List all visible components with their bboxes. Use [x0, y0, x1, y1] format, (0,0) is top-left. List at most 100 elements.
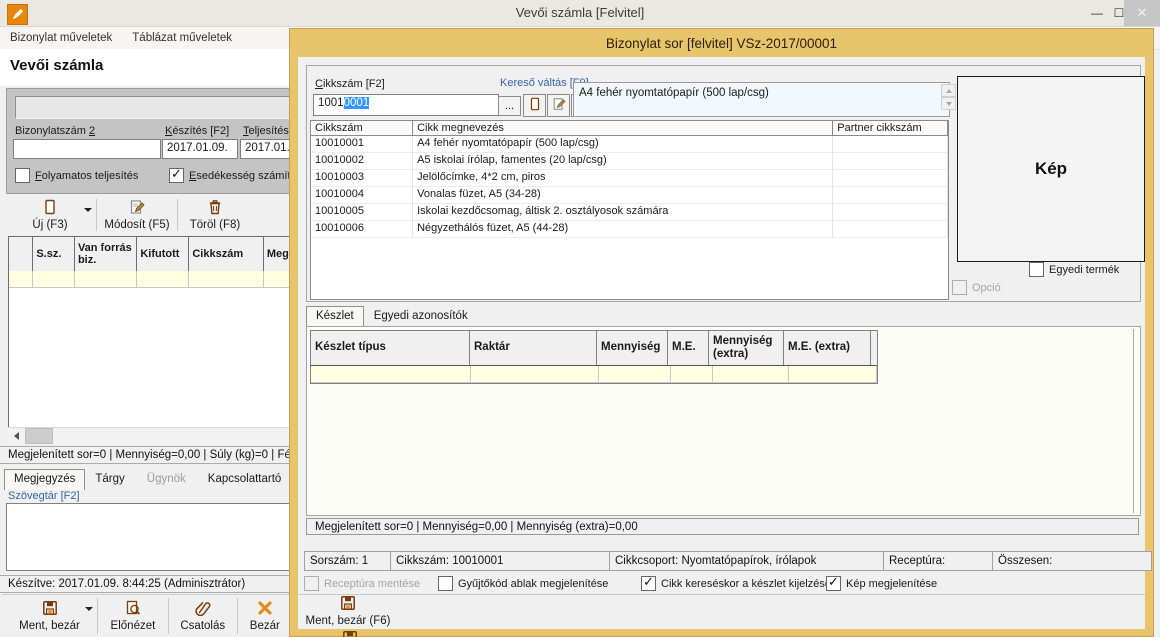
button-label: Ment, bezár (F6)	[306, 615, 391, 627]
close-x-icon	[256, 600, 274, 619]
cikkszam-selected-text: 0001	[344, 97, 370, 109]
checkbox-box[interactable]	[438, 576, 453, 591]
egyedi-termek-checkbox-box[interactable]	[1029, 262, 1044, 277]
info-field-0: Sorszám: 1	[304, 551, 396, 571]
vertical-scrollbar[interactable]	[1133, 329, 1134, 513]
chevron-down-icon[interactable]	[84, 208, 92, 212]
edit-page-button[interactable]	[547, 94, 570, 117]
product-grid-row[interactable]: 10010001A4 fehér nyomtatópapír (500 lap/…	[311, 136, 948, 153]
esedekesseg-label: Esedékesség számítás	[189, 170, 302, 182]
tab-kapcsolattart-[interactable]: Kapcsolattartó	[198, 469, 292, 489]
new-page-button[interactable]	[523, 94, 546, 117]
option-checkbox-2[interactable]: Cikk kereséskor a készlet kijelzése	[641, 576, 831, 591]
stock-panel: Készlet típusRaktárMennyiségM.E.Mennyisé…	[306, 326, 1141, 516]
spinner-down-icon[interactable]	[941, 97, 956, 110]
egyedi-termek-checkbox[interactable]: Egyedi termék	[1029, 262, 1119, 277]
egyedi-termek-label: Egyedi termék	[1049, 264, 1119, 276]
dialog-options-row: Receptúra mentése Gyűjtőkód ablak megjele…	[298, 576, 1145, 592]
esedekesseg-checkbox[interactable]: Esedékesség számítás	[169, 168, 302, 183]
option-checkbox-3[interactable]: Kép megjelenítése	[826, 576, 937, 591]
minimize-button[interactable]: —	[1086, 0, 1108, 26]
menu-item-táblázat[interactable]: Táblázat műveletek	[122, 27, 242, 49]
lookup-ellipsis-button[interactable]: ...	[498, 96, 521, 116]
product-grid-row[interactable]: 10010004Vonalas füzet, A5 (34-28)	[311, 187, 948, 204]
bizonylatszam-input[interactable]	[13, 139, 161, 159]
stock-grid: Készlet típusRaktárMennyiségM.E.Mennyisé…	[310, 330, 878, 384]
menu-item-bizonylat[interactable]: Bizonylat műveletek	[0, 27, 122, 49]
spinner-up-icon[interactable]	[941, 84, 956, 97]
keszites-label: Készítés [F2]	[165, 125, 229, 137]
checkbox-box[interactable]	[641, 576, 656, 591]
partner-field[interactable]	[15, 96, 303, 119]
screen: Vevői számla [Felvitel] — ☐ ✕ Bizonylat …	[0, 0, 1160, 637]
option-checkbox-1[interactable]: Gyűjtőkód ablak megjelenítése	[438, 576, 608, 591]
dialog-toolbar: Ment, bezár (F6)Ment, új (F3)ReceptúraHa…	[298, 594, 1145, 630]
button-label: Bezár	[250, 620, 280, 632]
dialog-ment-j-f3-button[interactable]: Ment, új (F3)	[298, 630, 402, 637]
keszites-date-input[interactable]: 2017.01.09.	[162, 139, 238, 159]
tab-megjegyz-s[interactable]: Megjegyzés	[4, 469, 85, 490]
folyamatos-checkbox-box[interactable]	[15, 168, 30, 183]
cikkszam-input[interactable]: 10010001	[313, 94, 499, 116]
info-field-2: Cikkcsoport: Nyomtatópapírok, írólapok	[609, 551, 891, 571]
main-status-bar: Megjelenített sor=0 | Mennyiség=0,00 | S…	[0, 446, 305, 464]
scroll-left-icon[interactable]	[8, 428, 25, 444]
toolbar-t-r-l-f8-button[interactable]: Töröl (F8)	[178, 196, 252, 234]
product-grid-row[interactable]: 10010006Négyzethálós füzet, A5 (44-28)	[311, 221, 948, 238]
stock-tabs: KészletEgyedi azonosítók	[306, 304, 706, 326]
option-checkbox-0: Receptúra mentése	[304, 576, 420, 591]
checkbox-box[interactable]	[826, 576, 841, 591]
stock-grid-empty-row[interactable]	[311, 366, 877, 383]
new-page-icon	[42, 199, 58, 218]
stock-grid-header-1: Raktár	[470, 331, 597, 365]
button-label: Töröl (F8)	[190, 219, 240, 231]
stock-grid-header: Készlet típusRaktárMennyiségM.E.Mennyisé…	[311, 331, 877, 366]
toolbar--j-f3-button[interactable]: Új (F3)	[4, 196, 96, 234]
button-label: Csatolás	[180, 620, 225, 632]
folyamatos-checkbox[interactable]: Folyamatos teljesítés	[15, 168, 138, 183]
tab-t-rgy[interactable]: Tárgy	[85, 469, 134, 489]
dialog-ment-bez-r-f6-button[interactable]: Ment, bezár (F6)	[298, 595, 398, 627]
grid-header-S.sz.: S.sz.	[33, 237, 75, 271]
image-placeholder: Kép	[957, 76, 1145, 262]
lines-grid: S.sz.Van forrás biz.KifutottCikkszámMegn	[8, 236, 310, 428]
stock-grid-header-0: Készlet típus	[311, 331, 470, 365]
toolbar-m-dos-t-f5-button[interactable]: Módosít (F5)	[97, 196, 177, 234]
cikkszam-text: 1001	[318, 97, 344, 109]
scrollbar-thumb[interactable]	[25, 428, 53, 444]
button-label: Ment, bezár	[19, 620, 80, 632]
product-grid-row[interactable]: 10010002A5 iskolai írólap, famentes (20 …	[311, 153, 948, 170]
horizontal-scrollbar[interactable]	[8, 427, 289, 444]
product-grid-row[interactable]: 10010005Iskolai kezdőcsomag, áltisk 2. o…	[311, 204, 948, 221]
grid-header-rowmark	[9, 237, 33, 271]
close-button[interactable]: ✕	[1124, 0, 1160, 26]
opcio-checkbox: Opció	[952, 280, 1001, 295]
dialog-tab-k-szlet[interactable]: Készlet	[306, 306, 364, 327]
memo-textarea[interactable]	[6, 503, 294, 571]
row-toolbar: Új (F3) Módosít (F5) Töröl (F8)	[4, 196, 294, 234]
image-placeholder-label: Kép	[1035, 159, 1067, 179]
edit-page-icon	[129, 199, 145, 218]
folyamatos-label: Folyamatos teljesítés	[35, 170, 138, 182]
save-close-icon	[340, 595, 356, 614]
checkbox-label: Gyűjtőkód ablak megjelenítése	[458, 578, 608, 590]
chevron-down-icon[interactable]	[85, 607, 93, 611]
bottom-el-n-zet-button[interactable]: Előnézet	[98, 595, 168, 637]
button-label: Módosít (F5)	[104, 219, 169, 231]
memo-tabs: MegjegyzésTárgyÜgynökKapcsolattartóBan	[4, 466, 290, 489]
bizonylatszam-label: Bizonylatszám 2	[15, 125, 95, 137]
esedekesseg-checkbox-box[interactable]	[169, 168, 184, 183]
bottom-ment-bez-r-button[interactable]: Ment, bezár	[2, 595, 97, 637]
checkbox-box	[304, 576, 319, 591]
szovegtar-link[interactable]: Szövegtár [F2]	[8, 490, 80, 502]
product-grid-row[interactable]: 10010003Jelölőcímke, 4*2 cm, piros	[311, 170, 948, 187]
lines-grid-empty-row[interactable]	[9, 271, 309, 288]
dialog-tab-egyedi-azonos-t-k[interactable]: Egyedi azonosítók	[364, 306, 478, 326]
bottom-bez-r-button[interactable]: Bezár	[238, 595, 292, 637]
grid-header-Van forrás biz.: Van forrás biz.	[75, 237, 137, 271]
info-field-1: Cikkszám: 10010001	[390, 551, 615, 571]
opcio-label: Opció	[972, 282, 1001, 294]
bottom-csatol-s-button[interactable]: Csatolás	[169, 595, 237, 637]
product-search-group: Cikkszám [F2] Kereső váltás [F9] 1001000…	[306, 65, 1141, 302]
tab--gyn-k[interactable]: Ügynök	[137, 469, 196, 489]
